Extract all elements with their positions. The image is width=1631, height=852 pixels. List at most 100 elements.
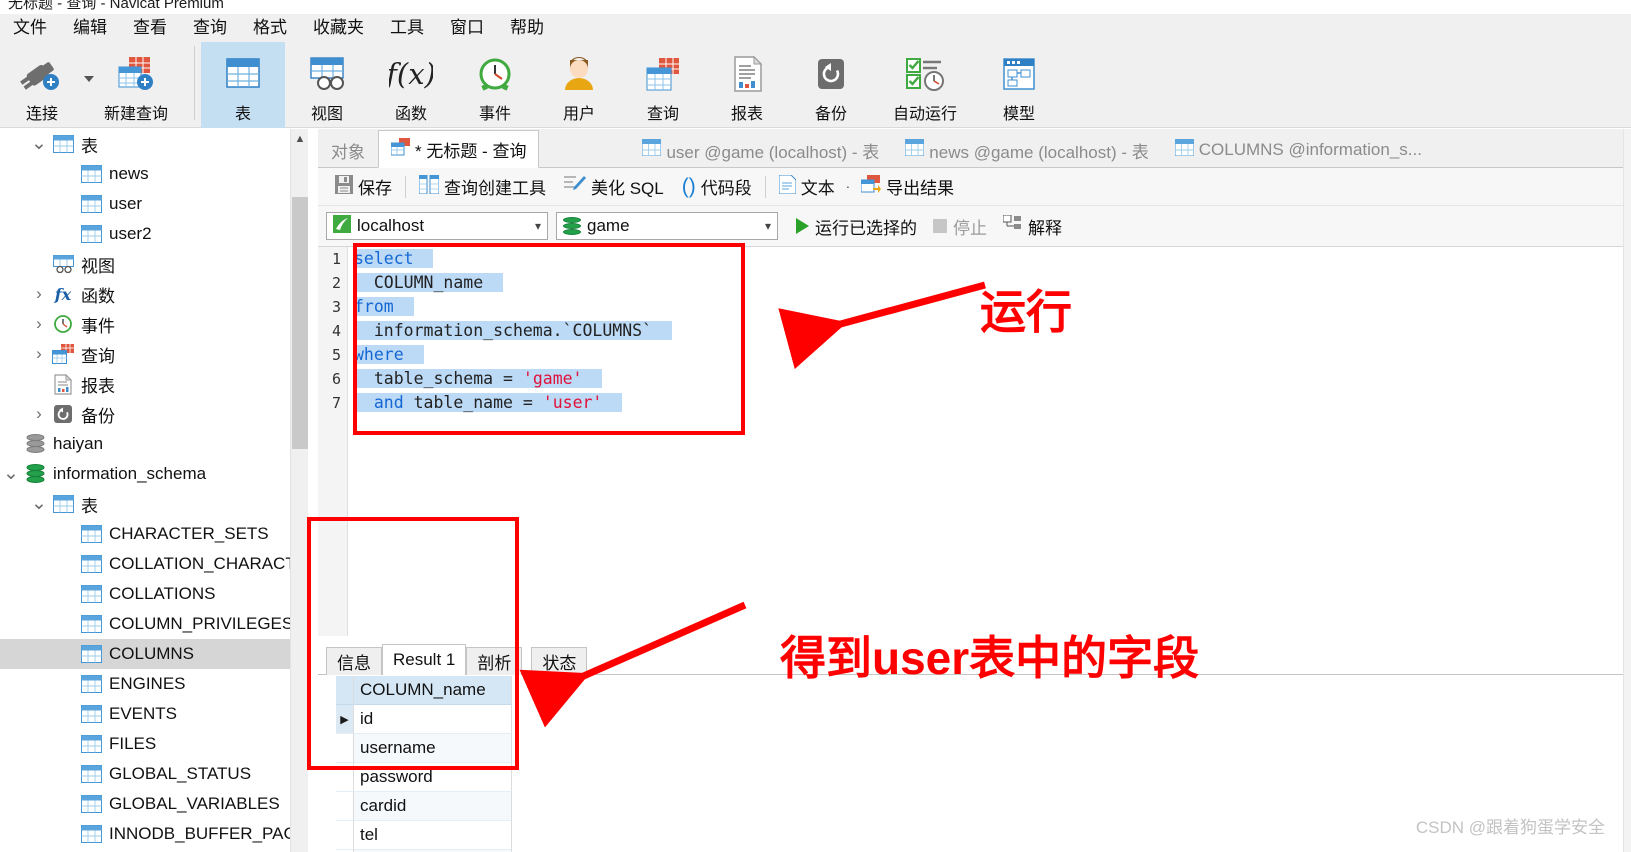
menu-view[interactable]: 查看 <box>120 14 180 42</box>
database-select[interactable]: game ▾ <box>556 212 778 240</box>
tree-item--[interactable]: 报表 <box>0 369 290 399</box>
tree-item-events[interactable]: EVENTS <box>0 699 290 729</box>
svg-text:f(x): f(x) <box>389 57 433 91</box>
beautify-sql-button[interactable]: 美化 SQL <box>555 172 673 202</box>
explain-button[interactable]: 解释 <box>997 214 1068 239</box>
tree-item-haiyan[interactable]: haiyan <box>0 429 290 459</box>
chevron-right-icon[interactable]: › <box>28 404 50 424</box>
database-tree-sidebar[interactable]: ⌄ 表 news user user2 视图 › fx 函数 › 事件 › 查询 报表 › 备份 haiyan ⌄… <box>0 129 290 852</box>
tree-item-information_schema[interactable]: ⌄ information_schema <box>0 459 290 489</box>
menu-query[interactable]: 查询 <box>180 14 240 42</box>
query-builder-button[interactable]: 查询创建工具 <box>410 172 555 202</box>
navicat-window: 无标题 - 查询 - Navicat Premium 文件 编辑 查看 查询 格… <box>0 0 1631 852</box>
export-result-button[interactable]: 导出结果 <box>852 172 963 202</box>
chevron-right-icon[interactable]: › <box>28 344 50 364</box>
ribbon-button-report[interactable]: 报表 <box>705 42 789 128</box>
ribbon-button-connection[interactable]: 连接 <box>0 42 94 128</box>
tree-item-character_sets[interactable]: CHARACTER_SETS <box>0 519 290 549</box>
result-tab-status[interactable]: 状态 <box>531 647 588 675</box>
tab-objects[interactable]: 对象 <box>318 133 378 167</box>
line-number: 1 <box>331 250 341 268</box>
query-builder-label: 查询创建工具 <box>444 179 546 198</box>
chevron-right-icon[interactable]: › <box>28 314 50 334</box>
ribbon-button-backup[interactable]: 备份 <box>789 42 873 128</box>
table-icon <box>641 138 662 161</box>
tree-item-collations[interactable]: COLLATIONS <box>0 579 290 609</box>
chevron-down-icon[interactable]: ▾ <box>757 219 771 233</box>
scroll-up-icon[interactable]: ▲ <box>291 129 309 149</box>
menu-edit[interactable]: 编辑 <box>60 14 120 42</box>
line-number: 5 <box>331 346 341 364</box>
svg-text:fx: fx <box>54 285 72 304</box>
menu-window[interactable]: 窗口 <box>437 14 497 42</box>
tree-item-global_variables[interactable]: GLOBAL_VARIABLES <box>0 789 290 819</box>
menu-format[interactable]: 格式 <box>240 14 300 42</box>
ribbon-button-table[interactable]: 表 <box>201 42 285 128</box>
ribbon-button-view[interactable]: 视图 <box>285 42 369 128</box>
grid-cell[interactable]: tel <box>354 821 512 850</box>
snippet-button[interactable]: () 代码段 <box>673 172 761 202</box>
ribbon-button-user[interactable]: 用户 <box>537 42 621 128</box>
table-icon <box>221 50 265 98</box>
table-row[interactable]: cardid <box>336 792 512 821</box>
text-icon <box>778 174 797 199</box>
ribbon-button-query[interactable]: 查询 <box>621 42 705 128</box>
tab-untitled-query[interactable]: * 无标题 - 查询 <box>378 130 540 168</box>
chevron-down-icon[interactable]: ⌄ <box>0 464 22 483</box>
tree-item--[interactable]: › fx 函数 <box>0 279 290 309</box>
tree-item-files[interactable]: FILES <box>0 729 290 759</box>
tree-item--[interactable]: › 查询 <box>0 339 290 369</box>
ribbon-button-automation[interactable]: 自动运行 <box>873 42 977 128</box>
chevron-down-icon[interactable]: ▾ <box>527 219 541 233</box>
table-row[interactable]: tel <box>336 821 512 850</box>
tree-item-global_status[interactable]: GLOBAL_STATUS <box>0 759 290 789</box>
tree-item-columns[interactable]: COLUMNS <box>0 639 290 669</box>
ribbon-button-function[interactable]: f(x) 函数 <box>369 42 453 128</box>
run-selected-button[interactable]: 运行已选择的 <box>790 214 923 239</box>
sidebar-scrollbar[interactable]: ▲ <box>290 129 308 852</box>
menu-tools[interactable]: 工具 <box>377 14 437 42</box>
text-button[interactable]: 文本 <box>770 172 844 202</box>
ribbon-button-model[interactable]: 模型 <box>977 42 1061 128</box>
menu-favorites[interactable]: 收藏夹 <box>300 14 377 42</box>
tree-item--[interactable]: ⌄ 表 <box>0 129 290 159</box>
save-button[interactable]: 保存 <box>326 172 401 202</box>
tree-item-innodb_buffer_pagi[interactable]: INNODB_BUFFER_PAGI <box>0 819 290 849</box>
ribbon-label-automation: 自动运行 <box>892 106 957 123</box>
tree-item-collation_charact[interactable]: COLLATION_CHARACT <box>0 549 290 579</box>
tree-item--[interactable]: › 事件 <box>0 309 290 339</box>
ribbon-toolbar: 连接 新建查询 表 视图 (x 函数 事件 用户 查询 报表 备份 自动运行 模… <box>0 42 1631 128</box>
tree-item--[interactable]: ⌄ 表 <box>0 489 290 519</box>
tab-columns-table[interactable]: COLUMNS @information_s... <box>1162 133 1435 167</box>
function-icon: f(x) <box>389 50 433 98</box>
ribbon-label-new-query: 新建查询 <box>103 106 168 123</box>
tree-item-label: 表 <box>81 136 98 156</box>
menu-file[interactable]: 文件 <box>0 14 60 42</box>
tab-user-table[interactable]: user @game (localhost) - 表 <box>629 133 892 167</box>
tree-item--[interactable]: 视图 <box>0 249 290 279</box>
menu-help[interactable]: 帮助 <box>497 14 557 42</box>
user-icon <box>557 50 601 98</box>
text-dropdown-icon[interactable]: · <box>846 179 850 194</box>
annotation-label-run: 运行 <box>980 286 1072 338</box>
chevron-down-icon[interactable]: ⌄ <box>28 134 50 153</box>
ribbon-button-event[interactable]: 事件 <box>453 42 537 128</box>
snippet-label: 代码段 <box>700 179 752 198</box>
chevron-down-icon[interactable]: ⌄ <box>28 494 50 513</box>
stop-button[interactable]: 停止 <box>927 214 993 239</box>
ribbon-button-new-query[interactable]: 新建查询 <box>84 42 188 128</box>
tree-item--[interactable]: › 备份 <box>0 399 290 429</box>
tree-item-user[interactable]: user <box>0 189 290 219</box>
tree-item-column_privileges[interactable]: COLUMN_PRIVILEGES <box>0 609 290 639</box>
scrollbar-thumb[interactable] <box>292 197 308 449</box>
tree-item-user2[interactable]: user2 <box>0 219 290 249</box>
tab-news-table[interactable]: news @game (localhost) - 表 <box>892 133 1161 167</box>
tree-item-engines[interactable]: ENGINES <box>0 669 290 699</box>
query-toolbar: 保存 查询创建工具 美化 SQL () 代码段 文本 · 导出结果 <box>318 168 1631 206</box>
chevron-right-icon[interactable]: › <box>28 284 50 304</box>
toolbar-separator <box>405 175 406 198</box>
result-tab-status-label: 状态 <box>542 654 577 673</box>
host-select[interactable]: localhost ▾ <box>326 212 548 240</box>
tree-item-news[interactable]: news <box>0 159 290 189</box>
grid-cell[interactable]: cardid <box>354 792 512 821</box>
